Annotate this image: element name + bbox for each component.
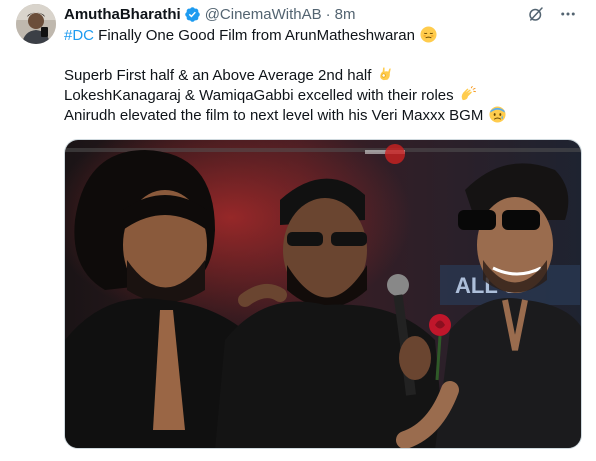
anxious-face-emoji (489, 106, 506, 123)
relieved-face-emoji (420, 26, 437, 43)
author-handle[interactable]: @CinemaWithAB (205, 6, 322, 23)
tweet-line-3-text: LokeshKanagaraj & WamiqaGabbi excelled w… (64, 87, 454, 104)
tweet-line-4-text: Anirudh elevated the film to next level … (64, 107, 484, 124)
tweet-header: AmuthaBharathi @CinemaWithAB · 8m (64, 4, 355, 24)
tweet-line-2: Superb First half & an Above Average 2nd… (64, 66, 584, 86)
avatar-image (16, 4, 56, 44)
tweet-timestamp[interactable]: 8m (335, 6, 356, 23)
tweet-line-1: #DC Finally One Good Film from ArunMathe… (64, 26, 584, 46)
ok-hand-emoji (379, 67, 391, 81)
tweet-line-3: LokeshKanagaraj & WamiqaGabbi excelled w… (64, 86, 584, 106)
tweet-text: #DC Finally One Good Film from ArunMathe… (64, 26, 584, 126)
tweet-photo-image: ALL S (65, 140, 581, 448)
more-dots-icon[interactable] (558, 4, 578, 24)
slash-circle-icon[interactable] (526, 4, 546, 24)
tweet: AmuthaBharathi @CinemaWithAB · 8m #DC Fi… (0, 0, 596, 461)
tweet-photo[interactable]: ALL S (64, 139, 582, 449)
verified-badge-icon (184, 6, 201, 23)
hashtag-link[interactable]: #DC (64, 27, 94, 44)
tweet-actions (526, 4, 578, 24)
avatar[interactable] (16, 4, 56, 44)
clapping-hands-emoji (461, 86, 476, 101)
header-separator: · (325, 5, 331, 23)
tweet-line-4: Anirudh elevated the film to next level … (64, 106, 584, 126)
tweet-line-1-text: Finally One Good Film from ArunMatheshwa… (94, 27, 415, 44)
tweet-line-2-text: Superb First half & an Above Average 2nd… (64, 67, 372, 84)
author-name[interactable]: AmuthaBharathi (64, 6, 181, 23)
